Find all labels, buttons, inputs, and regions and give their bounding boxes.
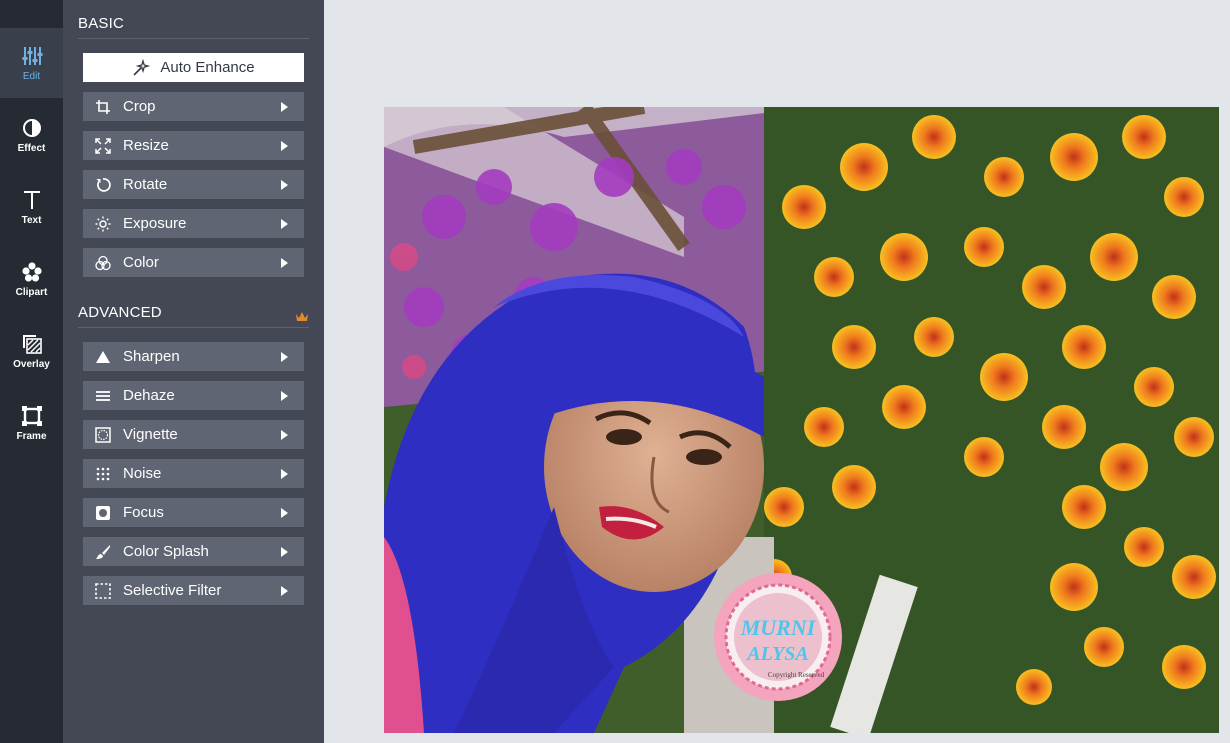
tool-noise[interactable]: Noise [83,459,304,488]
expand-arrow-icon [281,585,288,596]
photo-canvas[interactable]: MURNI ALYSA Copyright Reserved [384,107,1219,733]
edit-panel: BASIC Auto Enhance Crop Resize Rotate Ex… [63,0,324,743]
crop-icon [96,99,110,114]
advanced-section-heading: ADVANCED [78,301,309,328]
triangle-icon [96,350,110,363]
expand-arrow-icon [281,351,288,362]
expand-arrow-icon [281,468,288,479]
rail-item-overlay[interactable]: Overlay [0,316,63,386]
tool-exposure[interactable]: Exposure [83,209,304,238]
expand-arrow-icon [281,546,288,557]
tool-rotate[interactable]: Rotate [83,170,304,199]
rail-label-edit: Edit [22,70,41,82]
tool-label: Sharpen [123,348,180,365]
half-circle-icon [22,118,41,137]
tool-dehaze[interactable]: Dehaze [83,381,304,410]
frame-icon [21,405,42,426]
expand-arrow-icon [281,429,288,440]
color-circles-icon [95,255,111,270]
tool-color[interactable]: Color [83,248,304,277]
rail-item-effect[interactable]: Effect [0,100,63,170]
tool-label: Focus [123,504,164,521]
overlay-icon [22,334,42,354]
vignette-icon [95,426,111,443]
tool-label: Vignette [123,426,178,443]
tool-label: Color Splash [123,543,209,560]
selection-icon [95,582,111,599]
tool-label: Color [123,254,159,271]
expand-arrow-icon [281,101,288,112]
watermark-line2: ALYSA [745,643,809,665]
auto-enhance-button[interactable]: Auto Enhance [83,53,304,82]
watermark-small: Copyright Reserved [768,671,825,679]
tool-focus[interactable]: Focus [83,498,304,527]
photo-image: MURNI ALYSA Copyright Reserved [384,107,1219,733]
tool-selective-filter[interactable]: Selective Filter [83,576,304,605]
rail-item-frame[interactable]: Frame [0,388,63,458]
dehaze-lines-icon [96,390,110,401]
expand-arrow-icon [281,179,288,190]
expand-arrow-icon [281,507,288,518]
expand-arrow-icon [281,218,288,229]
tool-rail: Edit Effect Text Clipart Overlay Frame [0,0,63,743]
tool-label: Selective Filter [123,582,222,599]
magic-wand-icon [133,58,151,76]
noise-dots-icon [96,467,110,480]
sun-icon [95,216,111,231]
tool-color-splash[interactable]: Color Splash [83,537,304,566]
tool-label: Rotate [123,176,168,193]
tool-label: Dehaze [123,387,175,404]
rail-label-overlay: Overlay [13,358,50,370]
focus-icon [96,505,110,520]
resize-icon [95,137,111,154]
expand-arrow-icon [281,257,288,268]
auto-enhance-label: Auto Enhance [160,59,255,76]
rail-item-text[interactable]: Text [0,172,63,242]
tool-vignette[interactable]: Vignette [83,420,304,449]
sliders-icon [22,46,42,65]
brush-icon [96,544,110,559]
rail-label-effect: Effect [17,142,46,154]
tool-label: Noise [123,465,162,482]
basic-heading-text: BASIC [78,15,125,32]
tool-label: Resize [123,137,169,154]
tool-label: Exposure [123,215,187,232]
rotate-icon [96,177,111,192]
rail-item-edit[interactable]: Edit [0,28,63,98]
text-t-icon [23,190,40,209]
advanced-heading-text: ADVANCED [78,304,162,321]
tool-crop[interactable]: Crop [83,92,304,121]
rail-label-text: Text [21,214,42,226]
tool-label: Crop [123,98,156,115]
watermark-line1: MURNI [740,615,817,640]
rail-item-clipart[interactable]: Clipart [0,244,63,314]
tool-resize[interactable]: Resize [83,131,304,160]
expand-arrow-icon [281,390,288,401]
expand-arrow-icon [281,140,288,151]
basic-section-heading: BASIC [78,12,309,39]
rail-label-clipart: Clipart [15,286,48,298]
crown-icon [296,312,308,321]
flower-icon [21,261,42,282]
rail-label-frame: Frame [16,430,47,442]
tool-sharpen[interactable]: Sharpen [83,342,304,371]
